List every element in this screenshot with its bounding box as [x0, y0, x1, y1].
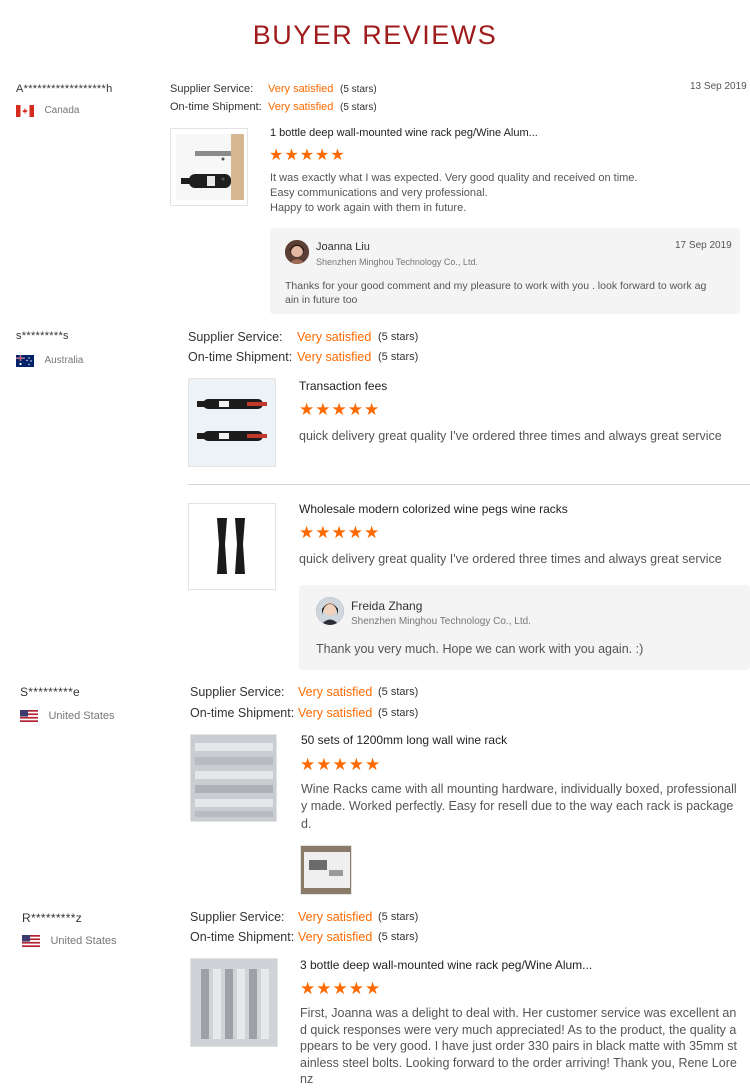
rating-count: (5 stars) — [378, 911, 419, 923]
rating-text: Very satisfied — [297, 350, 372, 364]
country-name: Australia — [44, 355, 84, 367]
rating-text: Very satisfied — [297, 330, 372, 344]
review-text: First, Joanna was a delight to deal with… — [300, 1006, 738, 1086]
rating-count: (5 stars) — [378, 351, 419, 363]
reply-author: Freida Zhang — [351, 599, 423, 613]
supplier-service-row: Supplier Service: Very satisfied (5 star… — [170, 83, 377, 95]
australia-flag-icon — [16, 354, 34, 367]
review-date: 13 Sep 2019 — [690, 81, 747, 92]
product-thumbnail[interactable] — [190, 958, 278, 1047]
reply-company: Shenzhen Minghou Technology Co., Ltd. — [351, 616, 531, 627]
star-rating: ★★★★★ — [299, 400, 381, 419]
product-thumbnail[interactable] — [190, 734, 277, 822]
page-title: BUYER REVIEWS — [252, 20, 498, 50]
reply-date: 17 Sep 2019 — [675, 240, 732, 251]
star-rating: ★★★★★ — [269, 147, 346, 164]
reply-author: Joanna Liu — [316, 241, 370, 253]
shipment-row: On-time Shipment: Very satisfied (5 star… — [188, 350, 419, 364]
avatar — [316, 597, 344, 625]
buyer-country: Canada — [16, 102, 79, 120]
shipment-row: On-time Shipment: Very satisfied (5 star… — [190, 930, 419, 944]
divider — [188, 484, 750, 485]
seller-reply: Joanna Liu Shenzhen Minghou Technology C… — [270, 228, 740, 314]
rating-count: (5 stars) — [340, 84, 377, 95]
photo-image — [301, 846, 351, 894]
buyer-name: R*********z — [22, 911, 82, 925]
supplier-service-row: Supplier Service: Very satisfied (5 star… — [190, 685, 419, 699]
rating-count: (5 stars) — [378, 331, 419, 343]
united-states-flag-icon — [22, 934, 40, 947]
avatar — [285, 240, 309, 264]
reply-text: Thanks for your good comment and my plea… — [285, 280, 707, 307]
rating-text: Very satisfied — [298, 930, 373, 944]
star-rating: ★★★★★ — [299, 523, 381, 542]
wine-rack-image — [176, 134, 244, 200]
supplier-service-row: Supplier Service: Very satisfied (5 star… — [190, 910, 419, 924]
reply-text: Thank you very much. Hope we can work wi… — [316, 642, 644, 656]
product-thumbnail[interactable] — [188, 378, 276, 467]
product-thumbnail[interactable] — [170, 128, 248, 206]
review-text: Wine Racks came with all mounting hardwa… — [301, 782, 737, 831]
buyer-name: A******************h — [16, 83, 113, 95]
united-states-flag-icon — [20, 709, 38, 722]
product-title[interactable]: 50 sets of 1200mm long wall wine rack — [301, 733, 507, 747]
product-title[interactable]: 3 bottle deep wall-mounted wine rack peg… — [300, 958, 592, 972]
packaged-racks-image — [191, 735, 276, 821]
canada-flag-icon — [16, 104, 34, 117]
product-title[interactable]: Wholesale modern colorized wine pegs win… — [299, 502, 568, 516]
review-photo[interactable] — [300, 845, 352, 895]
reply-company: Shenzhen Minghou Technology Co., Ltd. — [316, 257, 478, 267]
rating-count: (5 stars) — [378, 686, 419, 698]
country-name: United States — [50, 934, 117, 947]
shipment-row: On-time Shipment: Very satisfied (5 star… — [170, 101, 377, 113]
product-thumbnail[interactable] — [188, 503, 276, 590]
product-title[interactable]: Transaction fees — [299, 379, 387, 393]
rating-count: (5 stars) — [378, 707, 419, 719]
rating-text: Very satisfied — [268, 83, 334, 95]
buyer-name: s*********s — [16, 330, 69, 342]
star-rating: ★★★★★ — [300, 755, 382, 774]
review-text: quick delivery great quality I've ordere… — [299, 552, 722, 566]
rating-count: (5 stars) — [378, 931, 419, 943]
shipment-row: On-time Shipment: Very satisfied (5 star… — [190, 706, 419, 720]
rating-text: Very satisfied — [268, 101, 334, 113]
rating-text: Very satisfied — [298, 685, 373, 699]
review-text: quick delivery great quality I've ordere… — [299, 429, 722, 443]
rating-text: Very satisfied — [298, 910, 373, 924]
seller-reply: Freida Zhang Shenzhen Minghou Technology… — [299, 585, 750, 670]
wine-pegs-bulk-image — [191, 959, 277, 1046]
buyer-country: Australia — [16, 352, 83, 370]
supplier-service-row: Supplier Service: Very satisfied (5 star… — [188, 330, 419, 344]
buyer-country: United States — [22, 932, 117, 950]
wine-pegs-image — [189, 379, 275, 466]
wine-pegs-image — [189, 504, 275, 589]
rating-count: (5 stars) — [340, 102, 377, 113]
buyer-country: United States — [20, 707, 115, 725]
product-title[interactable]: 1 bottle deep wall-mounted wine rack peg… — [270, 127, 538, 139]
rating-text: Very satisfied — [298, 706, 373, 720]
buyer-name: S*********e — [20, 685, 81, 699]
country-name: United States — [48, 709, 115, 722]
review-text: It was exactly what I was expected. Very… — [270, 172, 638, 215]
star-rating: ★★★★★ — [300, 979, 382, 998]
country-name: Canada — [44, 105, 80, 117]
